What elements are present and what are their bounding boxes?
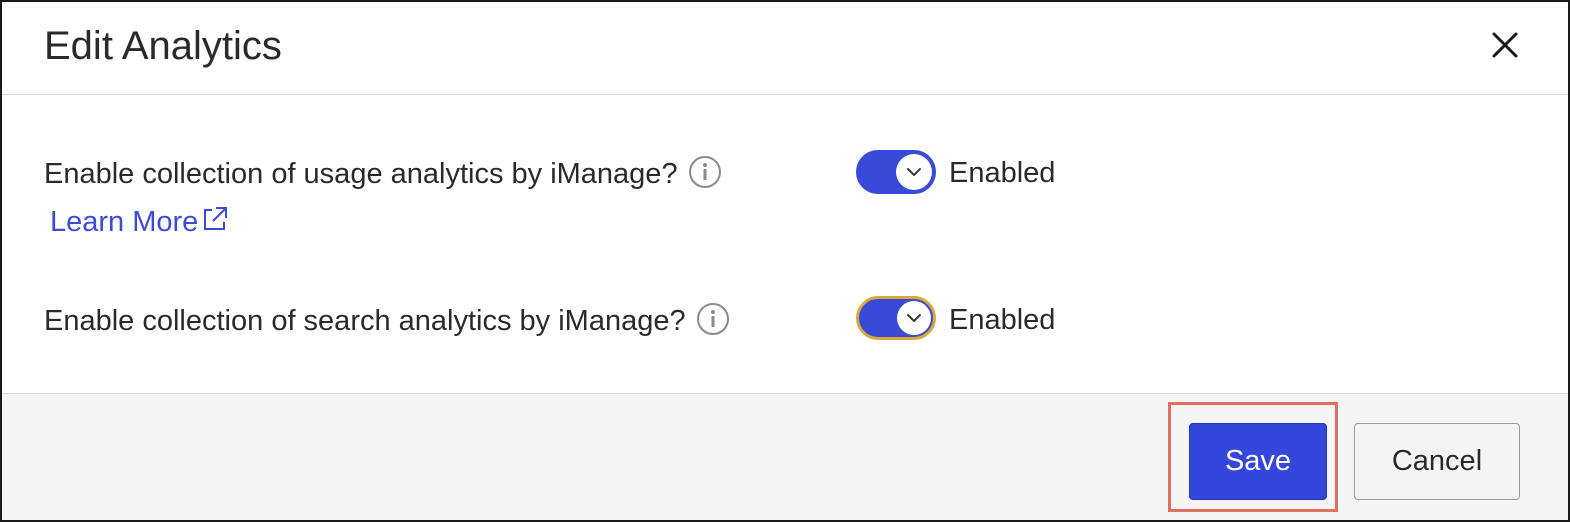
close-icon: [1492, 32, 1518, 58]
usage-analytics-toggle[interactable]: [856, 150, 936, 194]
search-analytics-status: Enabled: [949, 304, 1056, 336]
close-button[interactable]: [1484, 24, 1526, 66]
dialog-body: Enable collection of usage analytics by …: [2, 95, 1568, 393]
chevron-down-icon: [907, 314, 921, 322]
toggle-knob: [896, 154, 932, 190]
save-button[interactable]: Save: [1189, 423, 1327, 500]
toggle-knob: [897, 301, 931, 335]
usage-analytics-status: Enabled: [949, 157, 1056, 189]
learn-more-link[interactable]: Learn More: [50, 202, 230, 242]
search-analytics-toggle[interactable]: [856, 296, 936, 340]
dialog-header: Edit Analytics: [2, 2, 1568, 95]
cancel-button[interactable]: Cancel: [1354, 423, 1520, 500]
dialog-footer: Save Cancel: [2, 393, 1568, 520]
search-analytics-question: Enable collection of search analytics by…: [44, 301, 730, 341]
usage-analytics-label: Enable collection of usage analytics by …: [44, 158, 678, 190]
external-link-icon: [204, 207, 228, 231]
usage-analytics-question: Enable collection of usage analytics by …: [44, 154, 722, 194]
edit-analytics-dialog: Edit Analytics Enable collection of usag…: [0, 0, 1570, 522]
dialog-title: Edit Analytics: [44, 24, 282, 68]
learn-more-label: Learn More: [50, 206, 199, 238]
info-icon[interactable]: [696, 302, 730, 336]
chevron-down-icon: [907, 168, 921, 176]
search-analytics-label: Enable collection of search analytics by…: [44, 305, 686, 337]
info-icon[interactable]: [688, 155, 722, 189]
